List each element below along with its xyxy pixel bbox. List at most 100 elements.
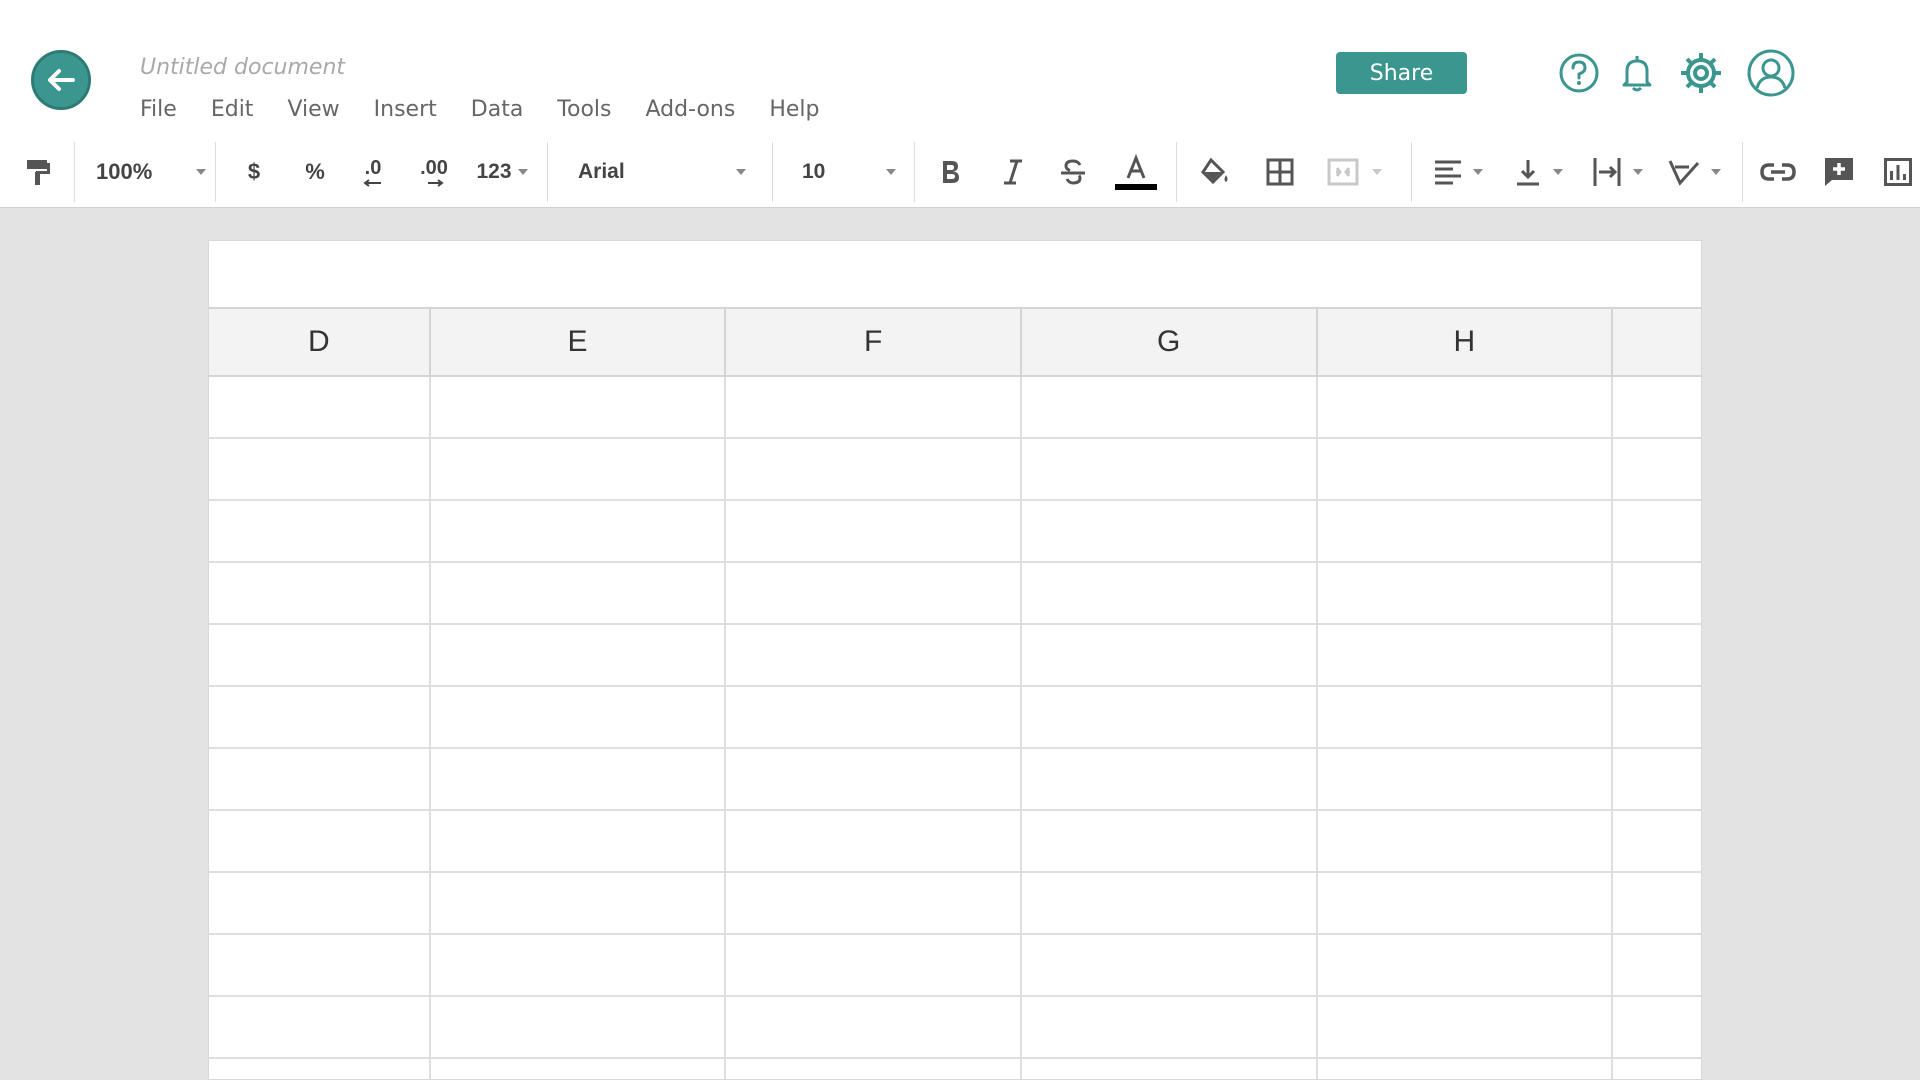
grid-cell[interactable] [726,1059,1022,1079]
grid-cell[interactable] [431,625,727,685]
insert-chart-button[interactable] [1880,136,1916,208]
grid-cell[interactable] [1318,935,1614,995]
strikethrough-button[interactable] [1056,136,1090,208]
italic-button[interactable] [996,136,1030,208]
grid-cell[interactable] [1318,873,1614,933]
grid-cell[interactable] [726,997,1022,1057]
grid-cell[interactable] [431,935,727,995]
grid-cell[interactable] [1022,439,1318,499]
grid-cell[interactable] [431,377,727,437]
grid-cell[interactable] [726,563,1022,623]
grid-cell[interactable] [1613,997,1701,1057]
grid-cell[interactable] [1613,873,1701,933]
zoom-select[interactable]: 100% [96,136,206,208]
back-button[interactable] [31,50,91,110]
grid-cell[interactable] [431,749,727,809]
grid-cell[interactable] [1318,687,1614,747]
grid-cell[interactable] [1022,625,1318,685]
grid-cell[interactable] [726,625,1022,685]
grid-cell[interactable] [209,439,431,499]
column-header-i[interactable] [1613,309,1701,375]
menu-data[interactable]: Data [471,97,524,122]
grid-cell[interactable] [1613,811,1701,871]
menu-edit[interactable]: Edit [211,97,254,122]
grid-cell[interactable] [1613,935,1701,995]
grid-cell[interactable] [1022,997,1318,1057]
grid-cell[interactable] [1613,439,1701,499]
grid-cell[interactable] [1613,625,1701,685]
percent-format-button[interactable]: % [300,136,330,208]
borders-button[interactable] [1262,136,1298,208]
paint-format-button[interactable] [20,136,56,208]
grid-cell[interactable] [726,873,1022,933]
menu-view[interactable]: View [287,97,339,122]
currency-format-button[interactable]: $ [240,136,268,208]
grid-cell[interactable] [726,439,1022,499]
grid-cell[interactable] [431,873,727,933]
fill-color-button[interactable] [1196,136,1234,208]
grid-cell[interactable] [1022,873,1318,933]
font-size-select[interactable]: 10 [802,136,896,208]
menu-file[interactable]: File [140,97,177,122]
grid-cell[interactable] [1613,501,1701,561]
grid-cell[interactable] [431,687,727,747]
grid-cell[interactable] [209,625,431,685]
grid-cell[interactable] [1318,749,1614,809]
grid-cell[interactable] [1022,563,1318,623]
grid-cell[interactable] [209,501,431,561]
grid-cell[interactable] [431,563,727,623]
menu-add-ons[interactable]: Add-ons [646,97,736,122]
grid-cell[interactable] [726,749,1022,809]
grid-cell[interactable] [209,377,431,437]
increase-decimals-button[interactable]: .00 [414,136,454,208]
document-title[interactable]: Untitled document [140,55,345,80]
merge-cells-button[interactable] [1324,136,1384,208]
grid-cell[interactable] [1613,1059,1701,1079]
grid-cell[interactable] [726,687,1022,747]
column-header-d[interactable]: D [209,309,431,375]
insert-comment-button[interactable] [1820,136,1858,208]
grid-cell[interactable] [726,935,1022,995]
grid-cell[interactable] [1613,749,1701,809]
grid-cell[interactable] [1318,377,1614,437]
grid-cell[interactable] [209,811,431,871]
font-family-select[interactable]: Arial [578,136,746,208]
grid-cell[interactable] [1022,687,1318,747]
account-button[interactable] [1746,48,1796,98]
grid-cell[interactable] [1022,377,1318,437]
grid-cell[interactable] [1318,501,1614,561]
grid-cell[interactable] [209,563,431,623]
column-header-h[interactable]: H [1318,309,1614,375]
column-header-f[interactable]: F [726,309,1022,375]
grid-cell[interactable] [1318,811,1614,871]
more-formats-button[interactable]: 123 [472,136,532,208]
grid-cell[interactable] [1318,563,1614,623]
text-color-button[interactable] [1114,136,1158,208]
grid-cell[interactable] [209,1059,431,1079]
grid-cell[interactable] [1318,1059,1614,1079]
grid-cell[interactable] [1318,997,1614,1057]
insert-link-button[interactable] [1758,136,1798,208]
grid-cell[interactable] [1022,935,1318,995]
column-header-g[interactable]: G [1022,309,1318,375]
bold-button[interactable] [934,136,968,208]
share-button[interactable]: Share [1336,52,1467,94]
grid-cell[interactable] [1613,687,1701,747]
grid-cell[interactable] [209,687,431,747]
decrease-decimals-button[interactable]: .0 [355,136,391,208]
grid-cell[interactable] [726,377,1022,437]
grid-cell[interactable] [726,501,1022,561]
grid-cell[interactable] [1613,377,1701,437]
grid-cell[interactable] [431,501,727,561]
menu-help[interactable]: Help [769,97,819,122]
settings-button[interactable] [1676,48,1726,98]
grid-cell[interactable] [209,997,431,1057]
grid-cell[interactable] [1022,749,1318,809]
grid-cell[interactable] [431,997,727,1057]
menu-insert[interactable]: Insert [374,97,437,122]
grid-cell[interactable] [1022,501,1318,561]
grid-cell[interactable] [1613,563,1701,623]
vertical-align-button[interactable] [1508,136,1568,208]
grid-cell[interactable] [209,873,431,933]
text-rotation-button[interactable] [1664,136,1724,208]
